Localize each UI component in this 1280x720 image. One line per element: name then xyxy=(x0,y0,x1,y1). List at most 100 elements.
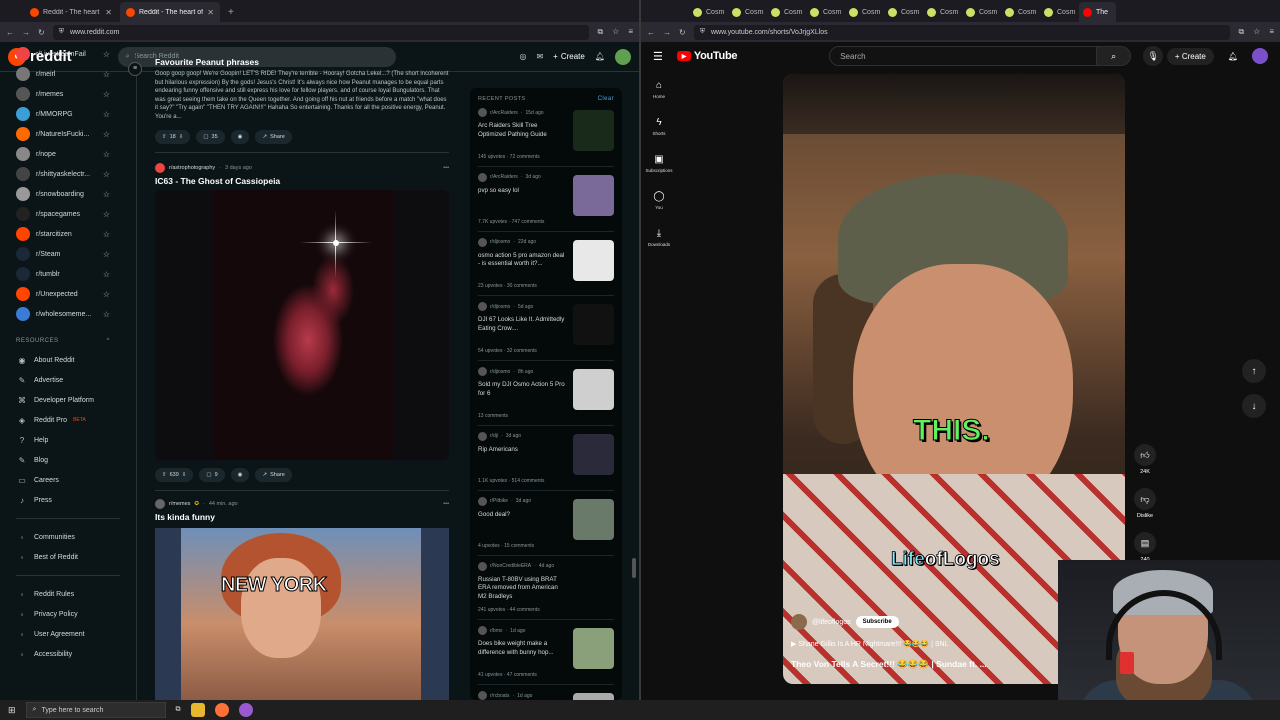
taskbar-search[interactable]: ⌕ Type here to search xyxy=(25,702,166,718)
nav-shorts[interactable]: ϟ Shorts xyxy=(641,115,677,152)
recent-post-item[interactable]: r/ArcRaiders · 3d ago pvp so easy lol 7.7K u… xyxy=(478,167,614,232)
recent-post-item[interactable]: r/djiosmo · 8h ago Sold my DJI Osmo Action … xyxy=(478,361,614,426)
recent-post-item[interactable]: r/rcboats · 1d ago xyxy=(478,685,614,700)
browser-tab[interactable]: Reddit - The heart of the intern ✕ xyxy=(24,2,118,22)
previous-short-button[interactable]: ↑ xyxy=(1242,359,1266,383)
like-button[interactable]: 👍︎ 24K xyxy=(1134,444,1156,475)
reload-icon[interactable]: ↻ xyxy=(679,28,686,37)
extension-icon[interactable]: ⧉ xyxy=(1238,27,1244,37)
back-icon[interactable]: ← xyxy=(647,28,655,37)
post-title[interactable]: Its kinda funny xyxy=(155,512,449,522)
back-icon[interactable]: ← xyxy=(6,28,14,37)
recent-post-item[interactable]: r/djiosmo · 5d ago DJI 67 Looks Like It. Ad… xyxy=(478,296,614,362)
sidebar-resource[interactable]: ♪ Press xyxy=(0,490,136,510)
browser-tab[interactable]: Cosm xyxy=(767,2,804,22)
recent-post-item[interactable]: r/djiosmo · 22d ago osmo action 5 pro amazo… xyxy=(478,232,614,297)
search-button[interactable]: ⌕ xyxy=(1097,46,1132,66)
sidebar-community[interactable]: r/tumblr ☆ xyxy=(0,264,136,284)
star-icon[interactable]: ☆ xyxy=(103,150,110,159)
browser-tab[interactable]: Cosm xyxy=(845,2,882,22)
star-icon[interactable]: ☆ xyxy=(103,70,110,79)
sidebar-link[interactable]: ◦ Best of Reddit xyxy=(0,547,136,567)
sidebar-link[interactable]: ◦ Reddit Rules xyxy=(0,584,136,604)
sidebar-community[interactable]: r/Unexpected ☆ xyxy=(0,284,136,304)
scrollbar-track[interactable] xyxy=(630,72,638,700)
bookmark-icon[interactable]: ☆ xyxy=(1253,27,1260,37)
vote-pill[interactable]: ⇧ 639 ⇩ xyxy=(155,467,194,482)
forward-icon[interactable]: → xyxy=(663,28,671,37)
notifications-icon[interactable]: 🔔︎ xyxy=(1228,52,1238,61)
sidebar-community[interactable]: r/nope ☆ xyxy=(0,144,136,164)
new-tab-icon[interactable]: + xyxy=(228,7,234,18)
browser-tab[interactable]: The xyxy=(1079,2,1116,22)
sidebar-community[interactable]: r/NatureIsFucki... ☆ xyxy=(0,124,136,144)
star-icon[interactable]: ☆ xyxy=(103,50,110,59)
post-memes[interactable]: r/memes ✪ · 44 min. ago ••• Its kinda fu… xyxy=(155,491,449,700)
star-icon[interactable]: ☆ xyxy=(103,230,110,239)
star-icon[interactable]: ☆ xyxy=(103,210,110,219)
recent-post-item[interactable]: r/NonCredibleERA · 4d ago Russian T-80BV us… xyxy=(478,556,614,621)
sidebar-resource[interactable]: ◈ Reddit Pro BETA xyxy=(0,410,136,430)
next-short-button[interactable]: ↓ xyxy=(1242,394,1266,418)
vote-pill[interactable]: ⇧ 18 ⇩ xyxy=(155,129,191,144)
comments-button[interactable]: ▤240 xyxy=(1134,532,1156,563)
voice-search-button[interactable]: 🎙︎ xyxy=(1143,46,1164,66)
extension-icon[interactable]: ⧉ xyxy=(597,27,603,37)
sidebar-link[interactable]: ◦ Accessibility xyxy=(0,644,136,664)
playlist-link[interactable]: ▶ Shane Gillis Is A HR Nightmare!!! 😂😂😂 … xyxy=(791,640,948,648)
star-icon[interactable]: ☆ xyxy=(103,190,110,199)
bookmark-icon[interactable]: ☆ xyxy=(612,27,619,37)
youtube-logo[interactable]: ▶ YouTube xyxy=(676,50,738,62)
sidebar-resource[interactable]: ▭ Careers xyxy=(0,470,136,490)
browser-tab[interactable]: Cosm xyxy=(884,2,921,22)
scrollbar-thumb[interactable] xyxy=(632,558,636,578)
sidebar-community[interactable]: r/starcitizen ☆ xyxy=(0,224,136,244)
sidebar-community[interactable]: r/spacegames ☆ xyxy=(0,204,136,224)
sidebar-community[interactable]: r/snowboarding ☆ xyxy=(0,184,136,204)
sidebar-community[interactable]: r/wholesomeme... ☆ xyxy=(0,304,136,324)
browser-tab[interactable]: Cosm xyxy=(1001,2,1038,22)
recent-post-item[interactable]: r/bmx · 1d ago Does bike weight make a diff… xyxy=(478,620,614,686)
share-button[interactable]: ↗ Share xyxy=(255,129,292,144)
sidebar-link[interactable]: ◦ Privacy Policy xyxy=(0,604,136,624)
browser-tab[interactable]: Cosm xyxy=(962,2,999,22)
post-peanut[interactable]: Favourite Peanut phrases Goop goop goop!… xyxy=(155,52,449,144)
forward-icon[interactable]: → xyxy=(22,28,30,37)
share-button[interactable]: ↗ Share xyxy=(255,467,292,482)
task-view-icon[interactable]: ⧉ xyxy=(176,706,181,714)
youtube-search-input[interactable]: Search xyxy=(829,46,1098,66)
address-bar[interactable]: ⛨ www.youtube.com/shorts/VoJrjgXLlos xyxy=(693,24,1231,40)
star-icon[interactable]: ☆ xyxy=(103,250,110,259)
post-title[interactable]: IC63 - The Ghost of Cassiopeia xyxy=(155,176,449,186)
app-icon[interactable] xyxy=(238,703,253,717)
post-image[interactable] xyxy=(155,189,449,460)
upvote-icon[interactable]: ⇧ xyxy=(162,472,167,478)
create-button[interactable]: + Create xyxy=(1166,47,1214,65)
firefox-icon[interactable] xyxy=(214,703,229,717)
nav-subscriptions[interactable]: ▣ Subscriptions xyxy=(641,152,677,189)
recent-post-item[interactable]: r/ArcRaiders · 15d ago Arc Raiders Skill Tr… xyxy=(478,102,614,167)
avatar[interactable] xyxy=(1252,48,1268,64)
sidebar-community[interactable]: r/meirl ☆ xyxy=(0,64,136,84)
nav-you[interactable]: ◯ You xyxy=(641,189,677,226)
post-title[interactable]: Favourite Peanut phrases xyxy=(155,57,449,67)
sidebar-community[interactable]: r/shittyaskelectr... ☆ xyxy=(0,164,136,184)
sidebar-resource[interactable]: ✎ Blog xyxy=(0,450,136,470)
comments-button[interactable]: ▢ 9 xyxy=(199,467,225,482)
menu-icon[interactable]: ≡ xyxy=(628,27,633,37)
recent-post-item[interactable]: r/dji · 3d ago Rip Americans 1.1K upvotes · … xyxy=(478,426,614,491)
sidebar-resource[interactable]: ✎ Advertise xyxy=(0,370,136,390)
channel-avatar[interactable] xyxy=(791,614,807,630)
star-icon[interactable]: ☆ xyxy=(103,90,110,99)
sidebar-link[interactable]: ◦ Communities xyxy=(0,527,136,547)
browser-tab[interactable]: Cosm xyxy=(1040,2,1077,22)
sidebar-resource[interactable]: ? Help xyxy=(0,430,136,450)
downvote-icon[interactable]: ⇩ xyxy=(179,134,184,140)
menu-icon[interactable]: ≡ xyxy=(1269,27,1274,37)
close-tab-icon[interactable]: ✕ xyxy=(207,8,214,17)
sidebar-community[interactable]: r/memes ☆ xyxy=(0,84,136,104)
browser-tab-active[interactable]: Reddit - The heart of the intern ✕ xyxy=(120,2,220,22)
downvote-icon[interactable]: ⇩ xyxy=(182,472,187,478)
sidebar-resource[interactable]: ⌘ Developer Platform xyxy=(0,390,136,410)
nav-downloads[interactable]: ⤓ Downloads xyxy=(641,226,677,263)
